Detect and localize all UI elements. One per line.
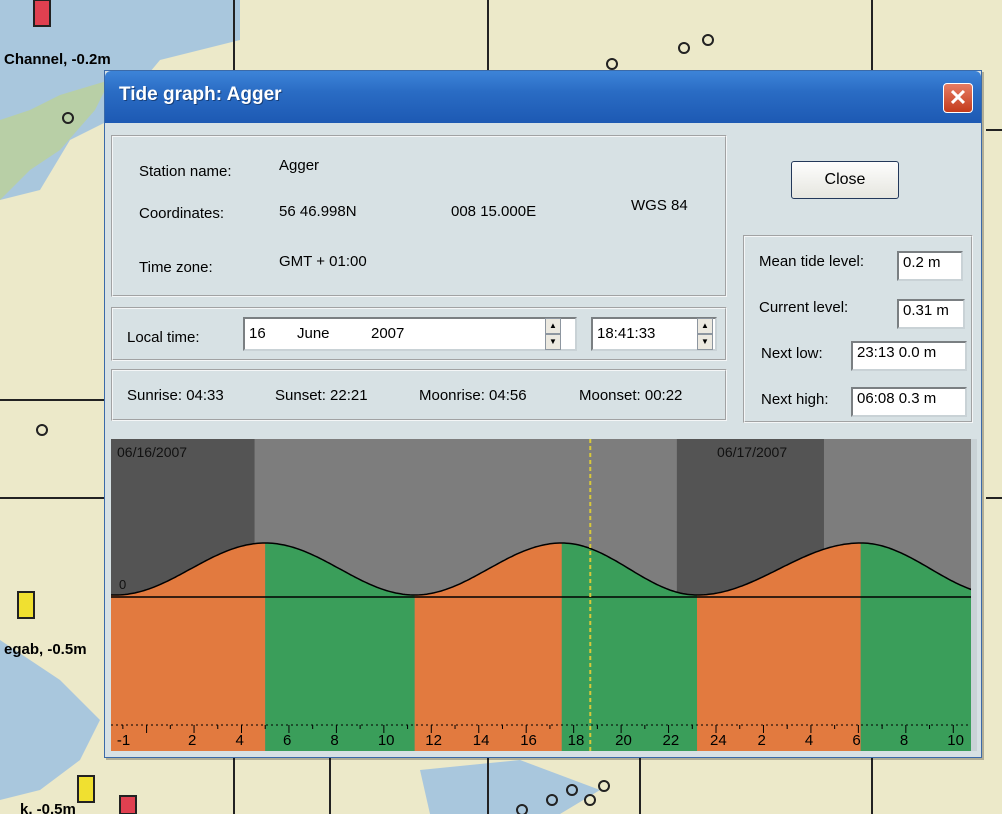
hour-tick-label: 10 [947,732,964,749]
hour-tick-label: 12 [425,732,442,749]
hour-tick-label: 8 [330,732,338,749]
close-icon[interactable]: ✕ [943,83,973,113]
date-picker[interactable]: 16 June 2007 [243,317,577,351]
date-day[interactable]: 16 [249,325,266,342]
current-level-value: 0.31 m [897,299,965,329]
hour-tick-label: -1 [117,732,130,749]
hour-tick-label: 4 [805,732,813,749]
local-time-panel: Local time: 16 June 2007 ▲ ▼ 18:41:33 ▲ … [111,307,727,361]
hour-tick-label: 16 [520,732,537,749]
date-spinner[interactable]: ▲ ▼ [545,318,561,350]
hour-tick-label: 8 [900,732,908,749]
time-value[interactable]: 18:41:33 [597,325,655,342]
tide-levels-panel: Mean tide level: 0.2 m Current level: 0.… [743,235,973,423]
hour-tick-label: 6 [283,732,291,749]
zero-level-label: 0 [119,577,126,592]
hour-tick-label: 20 [615,732,632,749]
next-low-text: 23:13 0.0 m [857,344,937,361]
chevron-down-icon[interactable]: ▼ [697,334,713,350]
coordinates-label: Coordinates: [139,205,225,222]
station-name-label: Station name: [139,163,232,180]
chevron-down-icon[interactable]: ▼ [545,334,561,350]
time-zone-value: GMT + 01:00 [279,253,367,270]
close-button[interactable]: Close [791,161,899,199]
mean-tide-value: 0.2 m [897,251,963,281]
next-low-label: Next low: [761,345,823,362]
longitude-value: 008 15.000E [451,203,537,220]
time-zone-label: Time zone: [139,259,213,276]
mean-tide-text: 0.2 m [903,254,941,271]
next-high-text: 06:08 0.3 m [857,390,937,407]
datum-value: WGS 84 [631,197,688,214]
mean-tide-label: Mean tide level: [759,253,865,270]
hour-tick-label: 24 [710,732,727,749]
station-name-value: Agger [279,157,320,174]
station-info-panel: Station name: Agger Coordinates: 56 46.9… [111,135,727,297]
moonset-text: Moonset: 00:22 [579,387,683,404]
sunset-text: Sunset: 22:21 [275,387,368,404]
next-low-value: 23:13 0.0 m [851,341,967,371]
current-level-label: Current level: [759,299,849,316]
date-month[interactable]: June [297,325,330,342]
current-level-text: 0.31 m [903,302,949,319]
hour-tick-label: 2 [188,732,196,749]
tide-graph-dialog: Tide graph: Agger ✕ Station name: Agger … [104,70,982,758]
next-high-value: 06:08 0.3 m [851,387,967,417]
map-label-k: k, -0.5m [20,801,76,814]
map-label-channel: Channel, -0.2m [4,51,111,68]
date-year[interactable]: 2007 [371,325,404,342]
sun-moon-panel: Sunrise: 04:33 Sunset: 22:21 Moonrise: 0… [111,369,727,421]
hour-tick-label: 18 [568,732,585,749]
hour-tick-label: 14 [473,732,490,749]
hour-tick-label: 4 [235,732,243,749]
hour-tick-label: 6 [852,732,860,749]
sunrise-text: Sunrise: 04:33 [127,387,224,404]
tide-graph-chart[interactable]: 006/16/2007 06/17/2007-1 2 4 6 8 10 12 14 16 18 20 2… [111,439,977,751]
chevron-up-icon[interactable]: ▲ [697,318,713,334]
chevron-up-icon[interactable]: ▲ [545,318,561,334]
map-label-egab: egab, -0.5m [4,641,87,658]
moonrise-text: Moonrise: 04:56 [419,387,527,404]
next-high-label: Next high: [761,391,829,408]
graph-border [971,439,977,751]
date-label: 06/16/2007 [117,444,187,460]
hour-tick-label: 2 [757,732,765,749]
local-time-label: Local time: [127,329,200,346]
time-spinner[interactable]: ▲ ▼ [697,318,713,350]
date-label: 06/17/2007 [717,444,787,460]
hour-tick-label: 10 [378,732,395,749]
dialog-titlebar[interactable]: Tide graph: Agger ✕ [105,71,981,123]
hour-tick-label: 22 [663,732,680,749]
dialog-title: Tide graph: Agger [119,84,282,105]
latitude-value: 56 46.998N [279,203,357,220]
